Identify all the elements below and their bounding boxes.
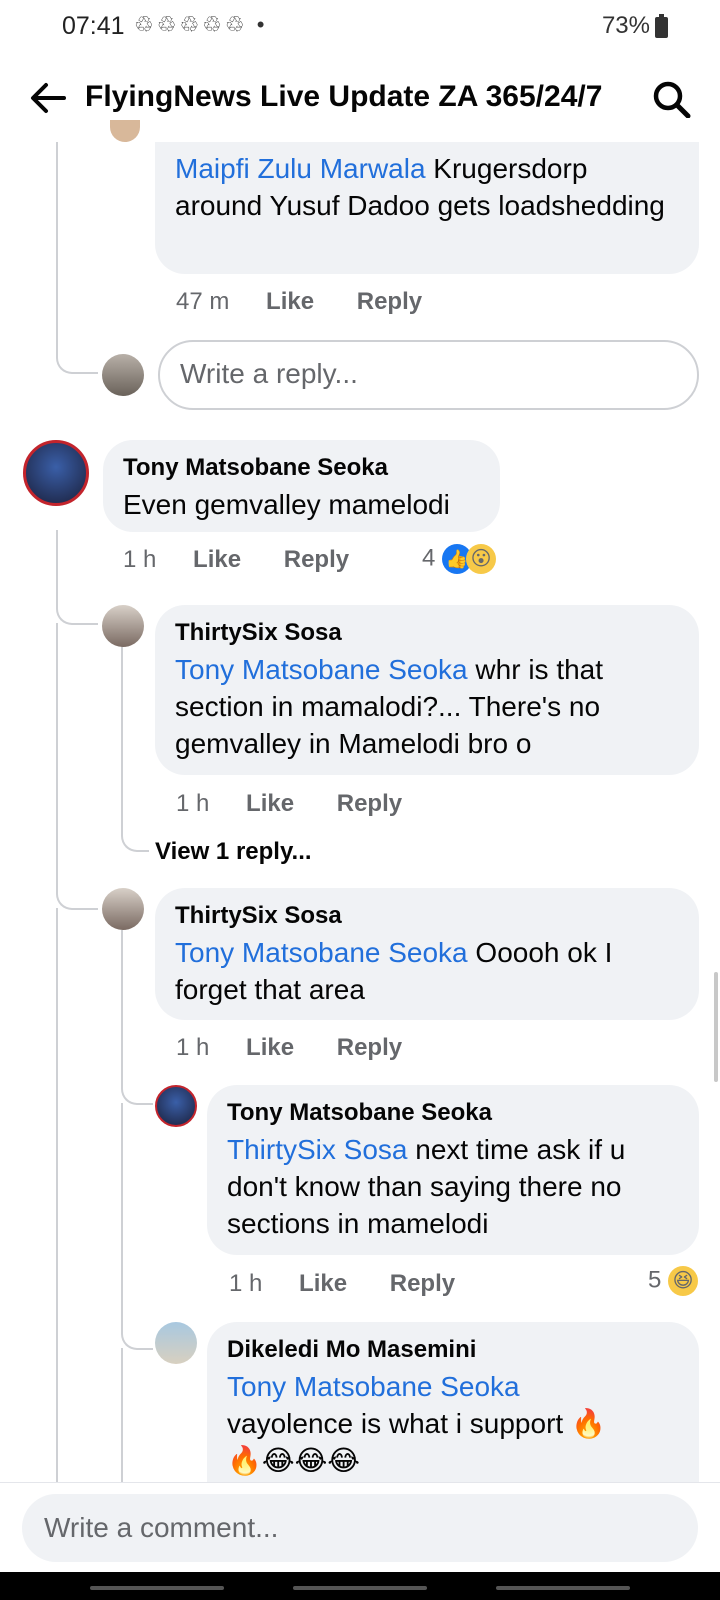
thread-line: [56, 623, 98, 910]
search-icon[interactable]: [652, 80, 692, 118]
view-replies-link[interactable]: View 1 reply...: [155, 838, 312, 866]
comment-actions: 1 h Like Reply: [229, 1270, 455, 1298]
tears-of-joy-emoji-icon: 😂😂😂: [261, 1445, 361, 1476]
avatar[interactable]: [155, 1085, 197, 1127]
comment-text: Even gemvalley mamelodi: [123, 489, 450, 520]
notification-icons: ♲♲♲♲♲ •: [134, 12, 268, 37]
like-button[interactable]: Like: [246, 1034, 294, 1062]
mention-link[interactable]: Tony Matsobane Seoka: [227, 1371, 520, 1402]
reaction-count: 5: [648, 1266, 662, 1294]
battery-icon: [655, 14, 668, 38]
mention-link[interactable]: ThirtySix Sosa: [227, 1134, 408, 1165]
comment-bubble: Tony Matsobane Seoka ThirtySix Sosa next…: [207, 1085, 699, 1255]
comment-time[interactable]: 1 h: [176, 1034, 209, 1062]
comment-author[interactable]: ThirtySix Sosa: [175, 902, 342, 930]
battery-level: 73%: [601, 12, 650, 39]
avatar[interactable]: [23, 440, 89, 506]
comment-author[interactable]: Dikeledi Mo Masemini: [227, 1336, 476, 1364]
comment-author[interactable]: ThirtySix Sosa: [175, 619, 342, 647]
comment-text: Tony Matsobane Seoka Ooooh ok I forget t…: [175, 934, 675, 1008]
comment-time[interactable]: 1 h: [176, 790, 209, 818]
comment-actions: 1 h Like Reply: [123, 546, 349, 574]
reply-input[interactable]: Write a reply...: [158, 340, 699, 410]
nav-back-button[interactable]: [496, 1586, 630, 1590]
comment-text: ThirtySix Sosa next time ask if u don't …: [227, 1131, 677, 1242]
avatar[interactable]: [102, 888, 144, 930]
comment-time[interactable]: 47 m: [176, 288, 229, 316]
reaction-summary[interactable]: 4 👍 😮: [422, 544, 497, 574]
comment-bubble: ThirtySix Sosa Tony Matsobane Seoka whr …: [155, 605, 699, 775]
comment-text: Tony Matsobane Seoka vayolence is what i…: [227, 1368, 677, 1479]
comment-body: vayolence is what i support: [227, 1408, 564, 1439]
comment-author[interactable]: Tony Matsobane Seoka: [123, 454, 388, 482]
thread-line: [56, 530, 98, 625]
comment-author[interactable]: Tony Matsobane Seoka: [227, 1099, 492, 1127]
like-button[interactable]: Like: [193, 546, 241, 574]
thread-line: [121, 1103, 153, 1350]
comment-actions: 47 m Like Reply: [176, 288, 422, 316]
mention-link[interactable]: Tony Matsobane Seoka: [175, 654, 468, 685]
comment-actions: 1 h Like Reply: [176, 1034, 402, 1062]
comment-text: Tony Matsobane Seoka whr is that section…: [175, 651, 675, 762]
nav-recent-button[interactable]: [90, 1586, 224, 1590]
thread-line: [121, 930, 153, 1105]
reply-button[interactable]: Reply: [337, 790, 402, 818]
comment-bubble: Maipfi Zulu Marwala Krugersdorp around Y…: [155, 142, 699, 274]
fire-emoji-icon: 🔥: [227, 1445, 262, 1476]
like-button[interactable]: Like: [299, 1270, 347, 1298]
mention-link[interactable]: Maipfi Zulu Marwala: [175, 153, 426, 184]
comment-time[interactable]: 1 h: [123, 546, 156, 574]
status-bar: 07:41 ♲♲♲♲♲ • 73%: [0, 0, 720, 52]
thread-line: [121, 640, 149, 852]
comment-bubble: Dikeledi Mo Masemini Tony Matsobane Seok…: [207, 1322, 699, 1482]
status-time: 07:41: [62, 12, 125, 40]
avatar[interactable]: [155, 1322, 197, 1364]
page-title: FlyingNews Live Update ZA 365/24/7: [85, 80, 603, 113]
reply-button[interactable]: Reply: [390, 1270, 455, 1298]
comment-bubble: Tony Matsobane Seoka Even gemvalley mame…: [103, 440, 500, 532]
comment-input[interactable]: Write a comment...: [22, 1494, 698, 1562]
like-button[interactable]: Like: [246, 790, 294, 818]
reply-button[interactable]: Reply: [284, 546, 349, 574]
haha-reaction-icon: 😆: [668, 1266, 699, 1296]
mention-link[interactable]: Tony Matsobane Seoka: [175, 937, 468, 968]
scrollbar[interactable]: [714, 972, 718, 1082]
thread-line: [56, 908, 60, 1482]
thread-line: [56, 142, 98, 374]
like-button[interactable]: Like: [266, 288, 314, 316]
nav-home-button[interactable]: [293, 1586, 427, 1590]
comment-text: Maipfi Zulu Marwala Krugersdorp around Y…: [175, 150, 675, 224]
comment-time[interactable]: 1 h: [229, 1270, 262, 1298]
reaction-summary[interactable]: 5 😆: [648, 1266, 699, 1296]
comment-bubble: ThirtySix Sosa Tony Matsobane Seoka Oooo…: [155, 888, 699, 1020]
thread-line: [121, 1348, 125, 1482]
reply-button[interactable]: Reply: [357, 288, 422, 316]
avatar[interactable]: [102, 605, 144, 647]
fire-emoji-icon: 🔥: [570, 1408, 606, 1439]
comment-actions: 1 h Like Reply: [176, 790, 402, 818]
reply-button[interactable]: Reply: [337, 1034, 402, 1062]
back-arrow-icon[interactable]: [28, 80, 68, 116]
reaction-count: 4: [422, 544, 436, 572]
wow-reaction-icon: 😮: [466, 544, 497, 574]
avatar: [102, 354, 144, 396]
